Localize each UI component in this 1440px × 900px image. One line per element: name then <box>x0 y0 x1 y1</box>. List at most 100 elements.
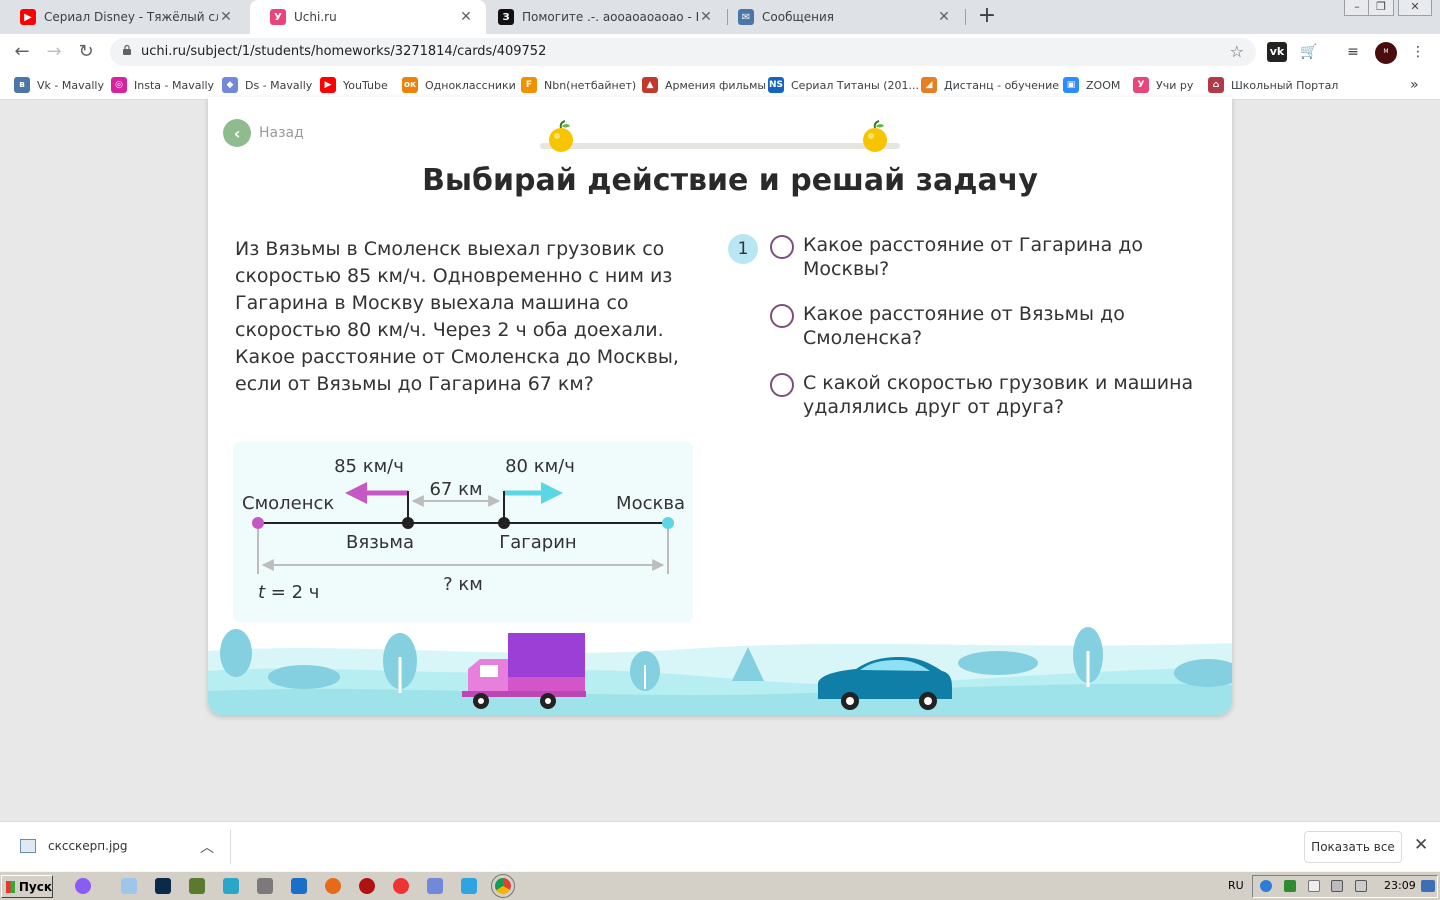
tab-title: Сериал Disney - Тяжёлый случай ( <box>44 10 218 24</box>
bookmark-youtube[interactable]: ▶ YouTube <box>320 77 388 93</box>
bookmark-distant[interactable]: ◢ Дистанц - обучение <box>921 77 1059 93</box>
city-smolensk-label: Смоленск <box>242 493 334 514</box>
ns-icon: NS <box>768 77 784 93</box>
landscape-illustration <box>208 627 1232 715</box>
close-icon[interactable]: ✕ <box>1414 835 1428 855</box>
firefox-icon[interactable] <box>325 878 341 894</box>
antivirus-icon[interactable] <box>1284 880 1296 892</box>
yandex-browser-icon[interactable] <box>393 878 409 894</box>
discord-icon[interactable] <box>427 878 443 894</box>
close-icon[interactable]: ✕ <box>936 9 952 25</box>
bookmark-ok[interactable]: ок Одноклассники <box>402 77 516 93</box>
notepad-icon[interactable] <box>121 878 137 894</box>
answer-option-1[interactable]: Какое расстояние от Гагарина до Москвы? <box>770 233 1203 281</box>
bookmark-label: ZOOM <box>1086 78 1121 92</box>
truck-arrow-head <box>345 482 367 504</box>
close-icon[interactable]: ✕ <box>218 9 234 25</box>
tab-znanija[interactable]: З Помогите .-. аооаоаоаоао - Школь ✕ <box>478 0 726 34</box>
calculator-icon[interactable] <box>257 878 273 894</box>
close-icon[interactable]: ✕ <box>458 9 474 25</box>
reload-icon[interactable]: ↻ <box>74 40 98 64</box>
tab-disney[interactable]: ▶ Сериал Disney - Тяжёлый случай ( ✕ <box>0 0 246 34</box>
city-gagarin-label: Гагарин <box>499 532 576 553</box>
back-arrow-icon[interactable]: ← <box>10 40 34 64</box>
bookmark-star-icon[interactable]: ☆ <box>1230 42 1244 61</box>
start-button[interactable]: Пуск <box>1 875 53 898</box>
bookmark-discord[interactable]: ◆ Ds - Mavally <box>222 77 312 93</box>
radio-button[interactable] <box>770 304 794 328</box>
minecraft-icon[interactable] <box>189 878 205 894</box>
close-icon[interactable]: ✕ <box>698 9 714 25</box>
image-file-icon <box>20 839 36 853</box>
route-diagram-svg: 85 км/ч 80 км/ч 67 км Смоленск Москва Вя… <box>242 456 685 603</box>
alice-icon[interactable] <box>75 878 91 894</box>
bookmark-uchi[interactable]: У Учи ру <box>1133 77 1193 93</box>
media-player-icon[interactable] <box>359 878 375 894</box>
bookmark-armenia[interactable]: ▲ Армения фильмы <box>642 77 766 93</box>
vyazma-point <box>402 517 414 529</box>
tab-messages[interactable]: ✉ Сообщения ✕ <box>718 0 964 34</box>
answer-option-3[interactable]: С какой скоростью грузовик и машина удал… <box>770 371 1203 419</box>
radio-button[interactable] <box>770 373 794 397</box>
apple-icon <box>549 120 573 152</box>
tab-title: Uchi.ru <box>294 10 337 24</box>
lock-icon <box>123 45 131 55</box>
bookmark-portal[interactable]: ⌂ Школьный Портал <box>1208 77 1338 93</box>
vimeworld-icon[interactable] <box>223 878 239 894</box>
option-text[interactable]: С какой скоростью грузовик и машина удал… <box>803 371 1203 419</box>
speed-left-label: 85 км/ч <box>334 456 404 477</box>
playlist-icon[interactable]: ≡ <box>1343 42 1363 62</box>
chevron-up-icon[interactable]: ︿ <box>200 837 214 857</box>
profile-avatar[interactable]: M <box>1375 42 1397 64</box>
show-all-downloads-button[interactable]: Показать все <box>1304 831 1402 863</box>
monitor-icon[interactable] <box>1331 880 1343 892</box>
bookmark-zoom[interactable]: ▣ ZOOM <box>1063 77 1120 93</box>
language-indicator[interactable]: RU <box>1228 879 1244 892</box>
volume-icon[interactable] <box>1355 880 1367 892</box>
start-label: Пуск <box>18 879 52 894</box>
question-number-badge: 1 <box>728 234 758 264</box>
download-file-name[interactable]: сксскерп.jpg <box>48 839 128 853</box>
url-text[interactable]: uchi.ru/subject/1/students/homeworks/327… <box>141 44 546 59</box>
radio-button[interactable] <box>770 235 794 259</box>
bookmark-titans[interactable]: NS Сериал Титаны (201... <box>768 77 919 93</box>
option-text[interactable]: Какое расстояние от Вязьмы до Смоленска? <box>803 302 1203 350</box>
messages-icon: ✉ <box>738 9 754 25</box>
menu-kebab-icon[interactable]: ⋮ <box>1408 42 1428 62</box>
network-icon[interactable] <box>1260 880 1272 892</box>
close-window-button[interactable]: ✕ <box>1398 0 1432 16</box>
bush-icon <box>220 629 252 677</box>
vk-icon: в <box>14 77 30 93</box>
option-text[interactable]: Какое расстояние от Гагарина до Москвы? <box>803 233 1203 281</box>
back-button[interactable]: ‹ Назад <box>223 119 304 147</box>
restore-button[interactable]: ❐ <box>1368 0 1394 16</box>
answer-option-2[interactable]: Какое расстояние от Вязьмы до Смоленска? <box>770 302 1203 350</box>
cart-extension-icon[interactable]: 🛒 <box>1299 42 1319 62</box>
telegram-icon[interactable] <box>461 878 477 894</box>
clock[interactable]: 23:09 <box>1384 879 1416 892</box>
bookmark-label: Учи ру <box>1156 78 1194 92</box>
store-icon[interactable] <box>291 878 307 894</box>
fox-icon: ◢ <box>921 77 937 93</box>
armenia-icon: ▲ <box>642 77 658 93</box>
zoom-icon: ▣ <box>1063 77 1079 93</box>
download-bar: сксскерп.jpg ︿ Показать все ✕ <box>0 821 1440 871</box>
show-desktop-icon[interactable] <box>1421 880 1435 892</box>
bookmark-vk[interactable]: в Vk - Mavally <box>14 77 104 93</box>
bookmark-nbn[interactable]: F Nbn(нетбайнет) <box>521 77 636 93</box>
vk-extension-icon[interactable]: vk <box>1267 42 1287 62</box>
page-viewport: ‹ Назад Выбирай действие и решай задачу … <box>0 97 1440 821</box>
bookmark-insta[interactable]: ◎ Insta - Mavally <box>111 77 214 93</box>
smolensk-point <box>252 517 264 529</box>
address-bar[interactable]: uchi.ru/subject/1/students/homeworks/327… <box>110 38 1256 66</box>
bookmarks-more-button[interactable]: » <box>1410 77 1419 93</box>
flag-icon[interactable] <box>1308 880 1320 892</box>
bookmark-label: Vk - Mavally <box>37 78 104 92</box>
tab-uchi[interactable]: У Uchi.ru ✕ <box>250 0 486 34</box>
chrome-icon[interactable] <box>491 874 515 898</box>
minimize-button[interactable]: – <box>1344 0 1370 16</box>
new-tab-button[interactable]: + <box>976 5 998 29</box>
download-item[interactable]: сксскерп.jpg <box>20 839 128 853</box>
photoshop-icon[interactable] <box>155 878 171 894</box>
forward-arrow-icon[interactable]: → <box>42 40 66 64</box>
